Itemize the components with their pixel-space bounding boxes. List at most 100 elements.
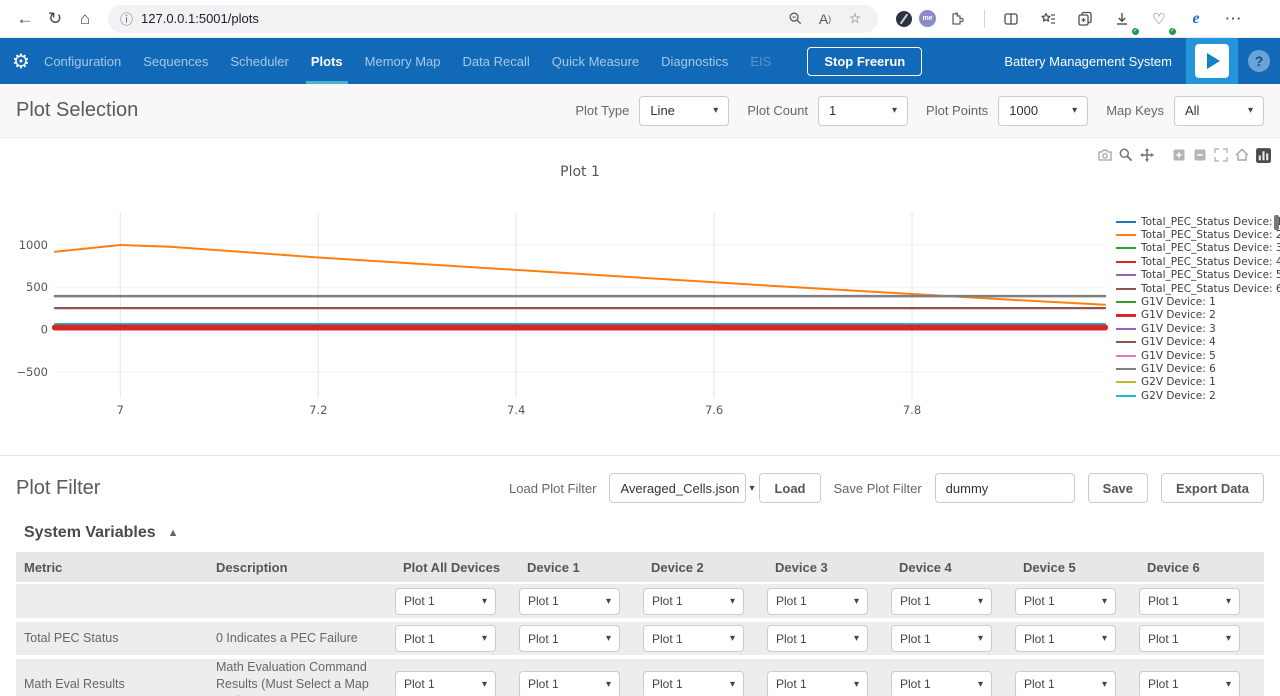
export-data-button[interactable]: Export Data bbox=[1161, 473, 1264, 503]
load-filter-select[interactable]: Averaged_Cells.json▾ bbox=[609, 473, 746, 503]
legend-item[interactable]: Total_PEC_Status Device: 6 bbox=[1116, 282, 1278, 295]
toolbar-divider bbox=[984, 10, 985, 28]
plot-assign-select[interactable]: Plot 1▾ bbox=[1139, 588, 1240, 615]
plot-assign-select[interactable]: Plot 1▾ bbox=[767, 671, 868, 696]
zoom-in-icon[interactable] bbox=[1170, 146, 1188, 164]
legend-item[interactable]: Total_PEC_Status Device: 1 bbox=[1116, 215, 1278, 228]
plot-assign-select[interactable]: Plot 1▾ bbox=[519, 671, 620, 696]
camera-icon[interactable] bbox=[1096, 146, 1114, 164]
load-button[interactable]: Load bbox=[759, 473, 820, 503]
column-header-description: Description bbox=[208, 560, 395, 575]
browser-menu-icon[interactable]: ⋯ bbox=[1218, 4, 1248, 34]
metric-cell: Math Eval Results bbox=[16, 676, 208, 693]
plot-assign-select[interactable]: Plot 1▾ bbox=[519, 625, 620, 652]
plot-assign-select[interactable]: Plot 1▾ bbox=[1015, 588, 1116, 615]
legend-line-swatch bbox=[1116, 368, 1136, 370]
chevron-down-icon: ▾ bbox=[892, 105, 897, 116]
nav-item-memory-map[interactable]: Memory Map bbox=[365, 38, 441, 84]
map-keys-select[interactable]: All▾ bbox=[1174, 96, 1264, 126]
nav-item-data-recall[interactable]: Data Recall bbox=[463, 38, 530, 84]
legend-item[interactable]: G1V Device: 5 bbox=[1116, 349, 1278, 362]
zoom-out-icon[interactable] bbox=[1191, 146, 1209, 164]
nav-item-configuration[interactable]: Configuration bbox=[44, 38, 121, 84]
plot-assign-select[interactable]: Plot 1▾ bbox=[767, 588, 868, 615]
plotly-logo-icon[interactable] bbox=[1254, 146, 1272, 164]
address-bar[interactable]: ⓘ 127.0.0.1:5001/plots A) ☆ bbox=[108, 5, 878, 33]
reset-axes-home-icon[interactable] bbox=[1233, 146, 1251, 164]
plot-assign-select[interactable]: Plot 1▾ bbox=[519, 588, 620, 615]
site-info-icon[interactable]: ⓘ bbox=[120, 9, 133, 28]
legend-item[interactable]: G1V Device: 1 bbox=[1116, 295, 1278, 308]
help-icon[interactable]: ? bbox=[1248, 50, 1270, 72]
plot-assign-select[interactable]: Plot 1▾ bbox=[643, 625, 744, 652]
browser-essentials-icon[interactable]: ♡ ✓ bbox=[1144, 4, 1174, 34]
plot-assign-select[interactable]: Plot 1▾ bbox=[395, 625, 496, 652]
settings-gear-icon[interactable]: ⚙ bbox=[12, 49, 30, 74]
extension-dark-icon[interactable] bbox=[896, 11, 912, 27]
plot-assign-select[interactable]: Plot 1▾ bbox=[1139, 671, 1240, 696]
autoscale-icon[interactable] bbox=[1212, 146, 1230, 164]
nav-item-scheduler[interactable]: Scheduler bbox=[230, 38, 289, 84]
nav-item-diagnostics[interactable]: Diagnostics bbox=[661, 38, 728, 84]
plot-assign-select[interactable]: Plot 1▾ bbox=[891, 588, 992, 615]
ie-mode-icon[interactable]: e bbox=[1181, 4, 1211, 34]
plot-assign-select[interactable]: Plot 1▾ bbox=[1015, 625, 1116, 652]
plot-count-label: Plot Count bbox=[747, 103, 808, 118]
split-screen-icon[interactable] bbox=[996, 4, 1026, 34]
plot-assign-select[interactable]: Plot 1▾ bbox=[395, 671, 496, 696]
nav-item-plots[interactable]: Plots bbox=[311, 38, 343, 84]
legend-scrollbar[interactable] bbox=[1274, 215, 1279, 230]
plot-assign-select[interactable]: Plot 1▾ bbox=[767, 625, 868, 652]
plot-assign-select[interactable]: Plot 1▾ bbox=[1139, 625, 1240, 652]
column-header-plot-all-devices: Plot All Devices bbox=[395, 560, 519, 575]
collapse-triangle-icon[interactable]: ▲ bbox=[168, 527, 179, 539]
legend-line-swatch bbox=[1116, 247, 1136, 249]
legend-item[interactable]: Total_PEC_Status Device: 5 bbox=[1116, 269, 1278, 282]
legend-item[interactable]: G1V Device: 6 bbox=[1116, 362, 1278, 375]
nav-item-eis[interactable]: EIS bbox=[750, 38, 771, 84]
legend-item[interactable]: G1V Device: 3 bbox=[1116, 322, 1278, 335]
plot-assign-select[interactable]: Plot 1▾ bbox=[891, 625, 992, 652]
plot-type-select[interactable]: Line▾ bbox=[639, 96, 729, 126]
stop-freerun-button[interactable]: Stop Freerun bbox=[807, 47, 922, 76]
column-header-device-3: Device 3 bbox=[767, 560, 891, 575]
refresh-icon[interactable]: ↻ bbox=[40, 4, 70, 34]
plot-assign-select[interactable]: Plot 1▾ bbox=[643, 588, 744, 615]
collections-icon[interactable] bbox=[1070, 4, 1100, 34]
nav-item-quick-measure[interactable]: Quick Measure bbox=[552, 38, 639, 84]
plot-points-select[interactable]: 1000▾ bbox=[998, 96, 1088, 126]
save-button[interactable]: Save bbox=[1088, 473, 1148, 503]
legend-item[interactable]: G1V Device: 2 bbox=[1116, 309, 1278, 322]
legend-item[interactable]: Total_PEC_Status Device: 2 bbox=[1116, 228, 1278, 241]
legend-item[interactable]: G2V Device: 2 bbox=[1116, 389, 1278, 402]
legend-item[interactable]: Total_PEC_Status Device: 3 bbox=[1116, 242, 1278, 255]
legend-item[interactable]: Total_PEC_Status Device: 4 bbox=[1116, 255, 1278, 268]
legend-label: G1V Device: 3 bbox=[1141, 323, 1216, 335]
plot-assign-select[interactable]: Plot 1▾ bbox=[1015, 671, 1116, 696]
svg-text:500: 500 bbox=[26, 280, 48, 294]
plot-canvas[interactable]: 10005000−50077.27.47.67.8 bbox=[0, 198, 1120, 428]
plot-count-select[interactable]: 1▾ bbox=[818, 96, 908, 126]
favorites-bar-icon[interactable] bbox=[1033, 4, 1063, 34]
extension-me-icon[interactable]: me bbox=[919, 10, 936, 27]
save-filter-input[interactable] bbox=[935, 473, 1075, 503]
back-icon[interactable]: ← bbox=[10, 4, 40, 34]
url-text[interactable]: 127.0.0.1:5001/plots bbox=[141, 11, 782, 26]
zoom-search-icon[interactable] bbox=[782, 6, 808, 32]
plot-assign-select[interactable]: Plot 1▾ bbox=[395, 588, 496, 615]
read-aloud-icon[interactable]: A) bbox=[812, 6, 838, 32]
run-play-button[interactable] bbox=[1186, 38, 1238, 84]
legend-item[interactable]: G2V Device: 1 bbox=[1116, 376, 1278, 389]
plot-assign-select[interactable]: Plot 1▾ bbox=[891, 671, 992, 696]
legend-item[interactable]: G1V Device: 4 bbox=[1116, 336, 1278, 349]
downloads-icon[interactable]: ✓ bbox=[1107, 4, 1137, 34]
chevron-down-icon: ▾ bbox=[606, 679, 611, 690]
legend-label: G2V Device: 1 bbox=[1141, 376, 1216, 388]
home-icon[interactable]: ⌂ bbox=[70, 4, 100, 34]
plot-assign-select[interactable]: Plot 1▾ bbox=[643, 671, 744, 696]
pan-icon[interactable] bbox=[1138, 146, 1156, 164]
extensions-puzzle-icon[interactable] bbox=[943, 4, 973, 34]
zoom-icon[interactable] bbox=[1117, 146, 1135, 164]
nav-item-sequences[interactable]: Sequences bbox=[143, 38, 208, 84]
favorite-star-icon[interactable]: ☆ bbox=[842, 6, 868, 32]
